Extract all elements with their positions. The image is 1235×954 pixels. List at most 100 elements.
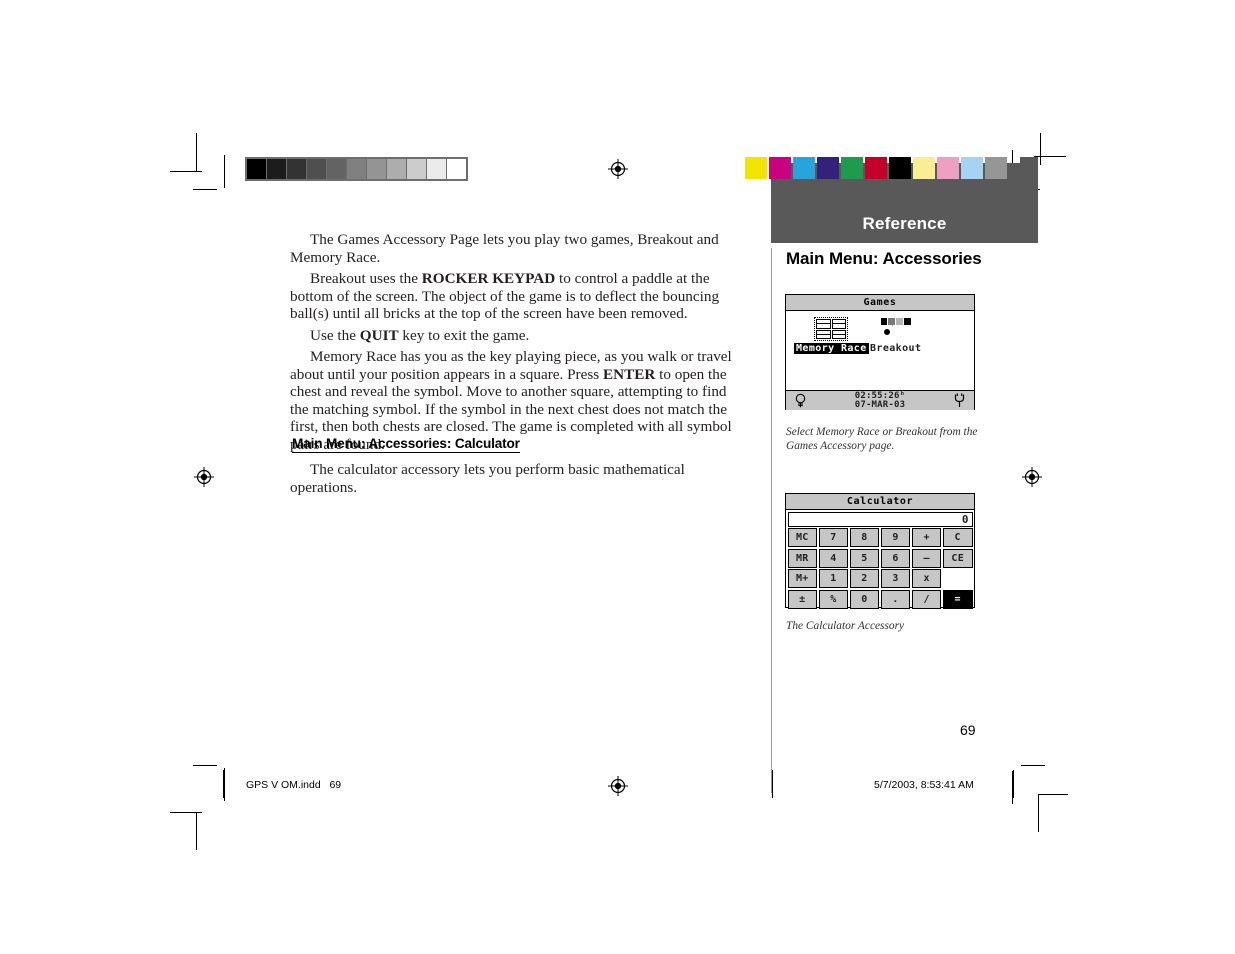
- calculator-key-%[interactable]: %: [818, 589, 849, 609]
- color-swatch-3: [817, 157, 839, 179]
- calculator-key-4[interactable]: 4: [818, 548, 849, 568]
- calculator-key-+[interactable]: +: [911, 528, 942, 547]
- crop-mark-top-left-h: [170, 171, 202, 172]
- footer-right-text: 5/7/2003, 8:53:41 AM: [874, 779, 974, 791]
- color-swatch-10: [985, 157, 1007, 179]
- calculator-key-/[interactable]: /: [911, 589, 942, 609]
- memory-race-icon: [814, 317, 849, 341]
- calculator-key-MC[interactable]: MC: [787, 528, 818, 547]
- power-plug-icon: [954, 393, 965, 407]
- body-text-column: The Games Accessory Page lets you play t…: [290, 231, 742, 454]
- paragraph-calculator: The calculator accessory lets you perfor…: [290, 461, 685, 496]
- grayscale-swatch-6: [367, 159, 386, 179]
- grayscale-swatch-2: [287, 159, 306, 179]
- grayscale-swatch-10: [447, 159, 466, 179]
- crop-mark-bottom-left-outer-v: [196, 812, 197, 850]
- brick-row: [880, 318, 911, 325]
- calculator-key-1[interactable]: 1: [818, 569, 849, 588]
- color-swatch-0: [745, 157, 767, 179]
- footer-rule-right: [1013, 770, 1014, 798]
- crop-mark-bottom-right-outer-v: [1038, 794, 1039, 832]
- registration-target-icon-right: [1022, 467, 1042, 487]
- registration-target-icon: [608, 159, 628, 179]
- reference-band-tab: [1020, 157, 1038, 193]
- grayscale-swatch-4: [327, 159, 346, 179]
- calculator-key-5[interactable]: 5: [849, 548, 880, 568]
- grayscale-swatch-8: [407, 159, 426, 179]
- calculator-key-M+[interactable]: M+: [787, 569, 818, 588]
- crop-mark-top-left-inner-h: [193, 189, 217, 190]
- chest-icon: [831, 329, 847, 339]
- color-swatch-8: [937, 157, 959, 179]
- footer-left-text: GPS V OM.indd 69: [246, 779, 342, 791]
- games-screen-title: Games: [786, 295, 974, 311]
- calculator-display: 0: [787, 511, 973, 527]
- game-item-breakout[interactable]: ˙ Breakout: [870, 317, 921, 354]
- games-clock-date: 07-MAR-03: [854, 399, 906, 410]
- crop-mark-bottom-left-outer-h: [170, 812, 202, 813]
- crop-mark-bottom-right-outer-h: [1038, 794, 1068, 795]
- light-bulb-icon: [795, 393, 806, 408]
- paragraph-quit: Use the QUIT key to exit the game.: [310, 326, 530, 344]
- calculator-key-blank: [942, 569, 973, 588]
- grayscale-swatch-5: [347, 159, 366, 179]
- calculator-key-x[interactable]: x: [911, 569, 942, 588]
- calculator-screen-figure: Calculator 0 MC 7 8 9 + C MR 4 5 6– CE M+ 1 2 3 x ±% 0. / =: [785, 493, 975, 610]
- column-divider: [771, 248, 772, 793]
- calculator-key-6[interactable]: 6: [880, 548, 911, 568]
- crop-mark-top-left-v: [196, 133, 197, 171]
- caption-games: Select Memory Race or Breakout from the …: [786, 426, 978, 453]
- grayscale-swatch-0: [247, 159, 266, 179]
- games-screen-body: Memory Race ˙ Breakout: [786, 311, 974, 390]
- calculator-key-MR[interactable]: MR: [787, 548, 818, 568]
- calculator-key-8[interactable]: 8: [849, 528, 880, 547]
- chest-icon: [831, 319, 847, 329]
- ball-icon: [883, 329, 890, 335]
- grayscale-swatch-1: [267, 159, 286, 179]
- paragraph-games-intro: The Games Accessory Page lets you play t…: [290, 231, 719, 266]
- calculator-key-9[interactable]: 9: [880, 528, 911, 547]
- calculator-screen-title: Calculator: [786, 494, 974, 510]
- section-heading-calculator: Main Menu: Accessories: Calculator: [292, 436, 520, 453]
- crop-mark-bottom-left-h: [193, 765, 217, 766]
- paragraph-breakout: Breakout uses the ROCKER KEYPAD to contr…: [290, 270, 720, 323]
- game-label-breakout: Breakout: [870, 343, 922, 354]
- calculator-key-2[interactable]: 2: [849, 569, 880, 588]
- registration-target-icon-left: [194, 467, 214, 487]
- chest-icon: [816, 319, 831, 329]
- calculator-key-CE[interactable]: CE: [942, 548, 973, 568]
- calculator-key-–[interactable]: –: [911, 548, 942, 568]
- grayscale-swatch-3: [307, 159, 326, 179]
- calculator-key-0[interactable]: 0: [849, 589, 880, 609]
- color-swatch-6: [889, 157, 911, 179]
- color-calibration-bar: [745, 157, 1007, 179]
- color-swatch-9: [961, 157, 983, 179]
- ball-trail-icon: ˙: [890, 325, 895, 332]
- games-status-bar: 02:55:26ʰ 07-MAR-03: [786, 390, 974, 410]
- caption-calculator: The Calculator Accessory: [786, 620, 905, 632]
- grayscale-swatch-7: [387, 159, 406, 179]
- calculator-key-.[interactable]: .: [880, 589, 911, 609]
- reference-band-label: Reference: [862, 214, 947, 233]
- color-swatch-2: [793, 157, 815, 179]
- game-item-memory-race[interactable]: Memory Race: [794, 317, 869, 354]
- calculator-key-=[interactable]: =: [942, 589, 973, 609]
- calculator-key-7[interactable]: 7: [818, 528, 849, 547]
- games-clock: 02:55:26ʰ 07-MAR-03: [855, 392, 906, 409]
- calculator-key-±[interactable]: ±: [787, 589, 818, 609]
- crop-mark-bottom-right-h: [1021, 765, 1045, 766]
- games-screen-figure: Games Memory Race ˙ Breakout 02:55:26ʰ 0…: [785, 294, 975, 410]
- footer-divider: [772, 770, 773, 798]
- registration-target-icon-bottom: [608, 776, 628, 796]
- crop-mark-top-left-inner-v: [224, 155, 225, 188]
- crop-mark-top-right-h: [1034, 156, 1066, 157]
- crop-mark-top-right-inner-v: [1040, 133, 1041, 165]
- sidebar-title: Main Menu: Accessories: [786, 249, 982, 268]
- color-swatch-5: [865, 157, 887, 179]
- grayscale-swatch-9: [427, 159, 446, 179]
- calculator-key-3[interactable]: 3: [880, 569, 911, 588]
- chest-icon: [816, 329, 831, 339]
- calculator-key-C[interactable]: C: [942, 528, 973, 547]
- calculator-keypad: MC 7 8 9 + C MR 4 5 6– CE M+ 1 2 3 x ±% 0. / =: [786, 528, 974, 610]
- page-number: 69: [960, 722, 976, 738]
